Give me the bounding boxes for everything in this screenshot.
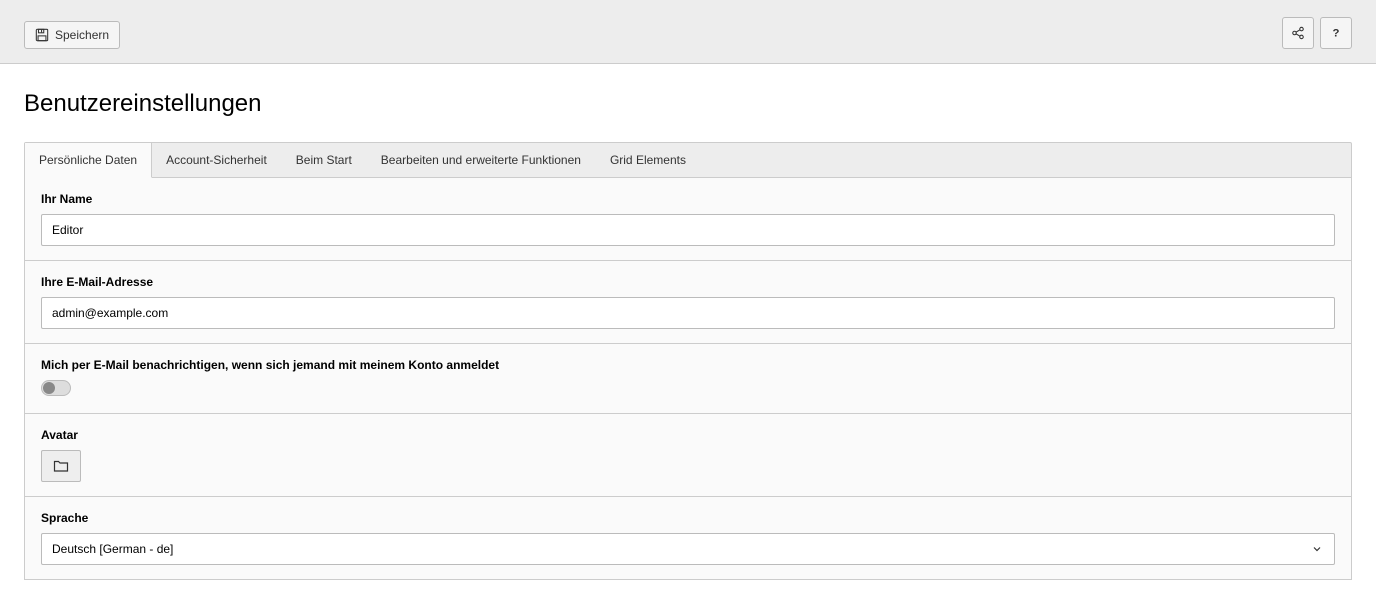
help-button[interactable]: ? xyxy=(1320,17,1352,49)
module-docheader: Speichern ? xyxy=(0,0,1376,64)
share-button[interactable] xyxy=(1282,17,1314,49)
toggle-knob xyxy=(43,382,55,394)
field-language: Sprache xyxy=(25,497,1351,579)
avatar-browse-button[interactable] xyxy=(41,450,81,482)
page-title: Benutzereinstellungen xyxy=(24,90,1352,118)
email-label: Ihre E-Mail-Adresse xyxy=(41,275,1335,289)
notify-toggle[interactable] xyxy=(41,380,71,396)
language-select[interactable] xyxy=(41,533,1335,565)
tab-grid-elements[interactable]: Grid Elements xyxy=(596,143,701,177)
field-name: Ihr Name xyxy=(25,178,1351,261)
tab-personal-data[interactable]: Persönliche Daten xyxy=(25,143,152,178)
module-body: Benutzereinstellungen Persönliche Daten … xyxy=(0,64,1376,596)
field-avatar: Avatar xyxy=(25,414,1351,497)
share-icon xyxy=(1291,26,1305,40)
tab-nav: Persönliche Daten Account-Sicherheit Bei… xyxy=(24,142,1352,178)
email-field[interactable] xyxy=(41,297,1335,329)
name-input[interactable] xyxy=(41,214,1335,246)
notify-label: Mich per E-Mail benachrichtigen, wenn si… xyxy=(41,358,1335,372)
save-label: Speichern xyxy=(55,28,109,42)
name-label: Ihr Name xyxy=(41,192,1335,206)
save-button[interactable]: Speichern xyxy=(24,21,120,49)
svg-text:?: ? xyxy=(1333,28,1340,40)
field-notify-login: Mich per E-Mail benachrichtigen, wenn si… xyxy=(25,344,1351,414)
language-label: Sprache xyxy=(41,511,1335,525)
tab-account-security[interactable]: Account-Sicherheit xyxy=(152,143,282,177)
toolbar-left: Speichern xyxy=(24,8,120,55)
folder-icon xyxy=(53,458,69,474)
field-email: Ihre E-Mail-Adresse xyxy=(25,261,1351,344)
help-icon: ? xyxy=(1329,26,1343,40)
toolbar-right: ? xyxy=(1282,8,1352,55)
tab-panel-personal-data: Ihr Name Ihre E-Mail-Adresse Mich per E-… xyxy=(24,178,1352,580)
save-icon xyxy=(35,28,49,42)
avatar-label: Avatar xyxy=(41,428,1335,442)
tab-startup[interactable]: Beim Start xyxy=(282,143,367,177)
tab-edit-advanced[interactable]: Bearbeiten und erweiterte Funktionen xyxy=(367,143,596,177)
